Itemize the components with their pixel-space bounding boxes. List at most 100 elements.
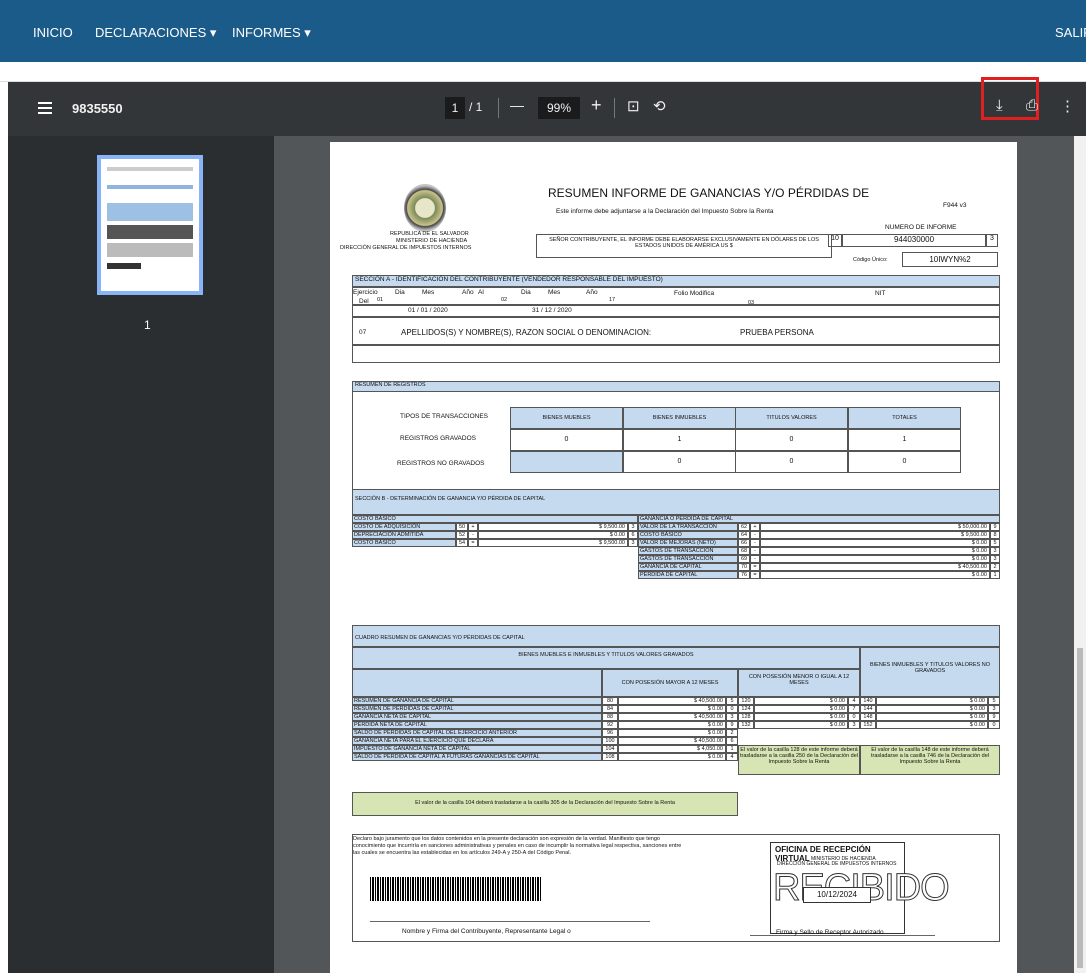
registros-header: BIENES MUEBLES (510, 407, 623, 429)
secb-value: $ 9,500.00 (478, 539, 628, 547)
anio-label-2: Año (586, 289, 598, 296)
cuadro-title: CUADRO RESUMEN DE GANANCIAS Y/O PÉRDIDAS… (352, 625, 1000, 647)
secb-code: 64 (738, 531, 750, 539)
secb-code: 52 (456, 531, 468, 539)
secb-label: COSTO DE ADQUISICIÓN (352, 523, 456, 531)
resumen-title: RESUMEN DE REGISTROS (352, 381, 1000, 392)
cuadro-code-nograv: 148 (860, 713, 876, 721)
nav-declaraciones[interactable]: DECLARACIONES ▾ (95, 25, 216, 41)
cuadro-code-menor: 128 (738, 713, 754, 721)
nav-salir[interactable]: SALIR (1055, 25, 1086, 40)
page-number-input[interactable]: 1 (445, 97, 465, 119)
cuadro-digit-nograv: 0 (988, 721, 1000, 729)
cuadro-label: IMPUESTO DE GANANCIA NETA DE CAPITAL (352, 745, 602, 753)
menu-icon[interactable] (38, 102, 52, 114)
cuadro-value-menor: $ 0.00 (754, 697, 848, 705)
secb-digit: 3 (628, 523, 638, 531)
download-icon[interactable]: ⤓ (996, 97, 1003, 114)
note-148: El valor de la casilla 148 de este infor… (860, 745, 1000, 775)
zoom-input[interactable]: 99% (538, 97, 580, 119)
org-ministerio: MINISTERIO DE HACIENDA (396, 238, 468, 244)
box-07: 07 (359, 329, 367, 336)
cuadro-label: RESUMEN DE PÉRDIDAS DE CAPITAL (352, 705, 602, 713)
registros-no-gravados-cell: 0 (848, 451, 961, 473)
cuadro-value: $ 40,500.00 (618, 737, 726, 745)
cuadro-digit: 0 (726, 705, 738, 713)
page-thumbnail[interactable] (97, 155, 203, 295)
more-options-icon[interactable]: ⋮ (1060, 97, 1075, 115)
nav-informes[interactable]: INFORMES ▾ (232, 25, 311, 41)
mes-label-2: Mes (548, 289, 561, 296)
secb-value: $ 0.00 (760, 539, 990, 547)
cuadro-value: $ 0.00 (618, 721, 726, 729)
note-104: El valor de la casilla 104 deberá trasla… (352, 792, 738, 816)
cuadro-value-nograv: $ 0.00 (876, 697, 988, 705)
nav-inicio[interactable]: INICIO (33, 25, 73, 40)
secb-value: $ 0.00 (760, 555, 990, 563)
nit-label: NIT (875, 290, 886, 297)
secb-digit: 3 (628, 539, 638, 547)
registros-gravados-cell: 1 (623, 429, 736, 451)
scrollbar[interactable] (1074, 136, 1086, 973)
secb-digit: 6 (628, 531, 638, 539)
registros-gravados-cell: 0 (735, 429, 848, 451)
registros-header: TITULOS VALORES (735, 407, 848, 429)
cuadro-value: $ 40,500.00 (618, 713, 726, 721)
page-total: / 1 (469, 100, 483, 114)
box-02: 02 (501, 297, 508, 303)
zoom-in-button[interactable]: + (591, 95, 602, 116)
mayor-header: CON POSESIÓN MAYOR A 12 MESES (602, 669, 738, 697)
secb-value: $ 0.00 (760, 547, 990, 555)
secb-code: 70 (738, 563, 750, 571)
fecha-recibido: 10/12/2024 (803, 887, 871, 903)
secb-op: = (750, 563, 760, 571)
cuadro-digit-menor: 3 (848, 721, 860, 729)
cuadro-value: $ 4,050.00 (618, 745, 726, 753)
secb-op: + (750, 523, 760, 531)
secb-label: VALOR DE LA TRANSACCIÓN (638, 523, 738, 531)
cuadro-label: SALDO DE PÉRDIDA DE CAPITAL A FUTURAS GA… (352, 753, 602, 761)
secb-code: 62 (738, 523, 750, 531)
anio-label: Año (462, 289, 474, 296)
secb-code: 50 (456, 523, 468, 531)
secb-label: GASTOS DE TRANSACCIÓN (638, 555, 738, 563)
cuadro-digit: 1 (726, 745, 738, 753)
form-title: RESUMEN INFORME DE GANANCIAS Y/O PÉRDIDA… (548, 186, 870, 200)
secb-value: $ 0.00 (760, 571, 990, 579)
signature-line (370, 921, 650, 922)
secb-label: COSTO BASICO (352, 539, 456, 547)
currency-notice: SEÑOR CONTRIBUYENTE, EL INFORME DEBE ELA… (536, 234, 832, 258)
secb-code: 69 (738, 555, 750, 563)
dates-row (352, 305, 1000, 317)
secb-code: 66 (738, 539, 750, 547)
secb-digit: 8 (990, 531, 1000, 539)
secb-digit: 3 (990, 555, 1000, 563)
ejercicio-label: Ejercicio (353, 289, 378, 296)
numero-prefix: 10 (828, 234, 842, 247)
codigo-unico: 10IWYN%2 (902, 252, 998, 267)
secb-value: $ 50,000.00 (760, 523, 990, 531)
cuadro-label-header (352, 669, 602, 697)
cuadro-digit-menor: 4 (848, 697, 860, 705)
cuadro-digit-menor: 7 (848, 705, 860, 713)
secb-label: COSTO BÁSICO (638, 531, 738, 539)
note-128: El valor de la casilla 128 de este infor… (738, 745, 860, 775)
cuadro-code: 100 (602, 737, 618, 745)
cuadro-value-nograv: $ 0.00 (876, 721, 988, 729)
firma-receptor: Firma y Sello de Receptor Autorizado (776, 929, 884, 936)
cuadro-digit-nograv: 9 (988, 713, 1000, 721)
print-icon[interactable]: ⎙ (1026, 97, 1038, 114)
secb-digit: 9 (990, 523, 1000, 531)
cuadro-value: $ 0.00 (618, 729, 726, 737)
fit-page-icon[interactable]: ⊡ (627, 97, 640, 115)
cuadro-code-nograv: 144 (860, 705, 876, 713)
secb-op: - (468, 531, 478, 539)
zoom-out-button[interactable]: — (510, 97, 524, 113)
cuadro-code-nograv: 140 (860, 697, 876, 705)
secb-value: $ 9,500.00 (478, 523, 628, 531)
recepcion-stamp: OFICINA DE RECEPCIÓN VIRTUAL MINISTERIO … (770, 842, 950, 934)
rotate-icon[interactable]: ⟲ (653, 97, 666, 115)
secb-label: GASTOS DE TRANSACCIÓN (638, 547, 738, 555)
box-01: 01 (377, 297, 384, 303)
codigo-label: Código Único: (853, 257, 888, 263)
